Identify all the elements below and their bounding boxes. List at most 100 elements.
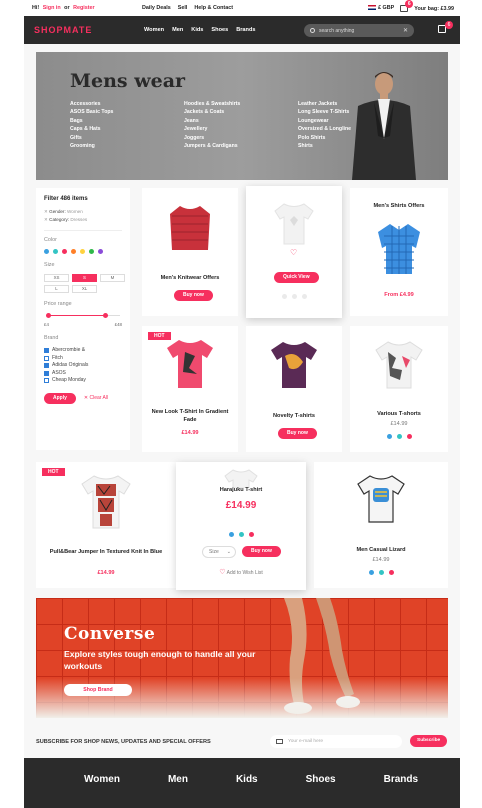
- footer-link-brands[interactable]: Brands: [384, 774, 418, 785]
- checkbox[interactable]: [44, 348, 49, 354]
- heart-icon[interactable]: ♡: [290, 248, 297, 257]
- color-dot[interactable]: [281, 294, 287, 299]
- color-dot[interactable]: [248, 532, 254, 537]
- color-dot[interactable]: [238, 532, 244, 537]
- hero-link[interactable]: Jewellery: [184, 125, 280, 133]
- color-swatch[interactable]: [44, 249, 49, 254]
- product-card-pull-bear[interactable]: HOT Pull&Bear Jumper In Textured Knit In…: [36, 462, 176, 588]
- hero-link[interactable]: Jumpers & Cardigans: [184, 142, 280, 150]
- product-card-shirts[interactable]: Men's Shirts Offers From £4.99: [350, 188, 448, 316]
- color-swatch[interactable]: [80, 249, 85, 254]
- hero-link[interactable]: Jackets & Coats: [184, 108, 280, 116]
- bag-summary[interactable]: 6 Your bag: £3.99: [400, 0, 454, 12]
- product-card-knitwear[interactable]: Men's Knitwear Offers Buy now: [142, 188, 238, 316]
- nav-men[interactable]: Men: [172, 27, 183, 33]
- search-icon: [310, 28, 315, 33]
- apply-button[interactable]: Apply: [44, 392, 76, 404]
- buy-now-button[interactable]: Buy now: [174, 290, 213, 301]
- slider-min-handle[interactable]: [46, 313, 51, 318]
- color-swatch[interactable]: [62, 249, 67, 254]
- checkbox[interactable]: [44, 355, 49, 361]
- hero-link[interactable]: Grooming: [70, 142, 166, 150]
- brand-option[interactable]: ASOS: [44, 370, 122, 378]
- buy-now-button[interactable]: Buy now: [242, 546, 281, 557]
- nav-shoes[interactable]: Shoes: [211, 27, 228, 33]
- subscribe-button[interactable]: Subscribe: [410, 735, 448, 747]
- brand-label: Adidas Originals: [52, 362, 89, 368]
- color-dot[interactable]: [228, 532, 234, 537]
- nav-women[interactable]: Women: [144, 27, 164, 33]
- color-dot[interactable]: [386, 434, 392, 439]
- product-card-quick-view[interactable]: ♡ Quick View: [246, 186, 342, 318]
- checkbox[interactable]: [44, 378, 49, 384]
- uk-flag-icon: [368, 5, 377, 11]
- color-swatch[interactable]: [53, 249, 58, 254]
- clear-search-icon[interactable]: ✕: [403, 27, 408, 34]
- hero-link[interactable]: Caps & Hats: [70, 125, 166, 133]
- color-dot[interactable]: [406, 434, 412, 439]
- size-select[interactable]: Size ⌄: [202, 546, 236, 558]
- brand-option[interactable]: Abercrombie &: [44, 347, 122, 355]
- price-range-slider[interactable]: [46, 313, 120, 319]
- daily-deals-link[interactable]: Daily Deals: [142, 5, 171, 11]
- hero-link[interactable]: ASOS Basic Tops: [70, 108, 166, 116]
- brand-option[interactable]: Adidas Originals: [44, 362, 122, 370]
- sign-in-link[interactable]: Sign in: [43, 5, 61, 11]
- hero-link[interactable]: Hoodies & Sweatshirts: [184, 100, 280, 108]
- logo[interactable]: SHOPMATE: [34, 25, 92, 35]
- product-card-harajuku[interactable]: Harajuku T-shirt £14.99 Size ⌄ Buy now ♡…: [176, 462, 306, 590]
- hero-link[interactable]: Gifts: [70, 134, 166, 142]
- nav-kids[interactable]: Kids: [191, 27, 203, 33]
- nav-brands[interactable]: Brands: [236, 27, 255, 33]
- product-card-lizard[interactable]: Men Casual Lizard £14.99: [314, 462, 448, 588]
- footer-link-shoes[interactable]: Shoes: [306, 774, 336, 785]
- clear-all-button[interactable]: ✕ Clear All: [84, 395, 108, 401]
- product-title: Men's Knitwear Offers: [160, 275, 220, 281]
- size-option[interactable]: L: [44, 285, 69, 293]
- footer-link-women[interactable]: Women: [84, 774, 120, 785]
- color-dot[interactable]: [291, 294, 297, 299]
- hero-link[interactable]: Jeans: [184, 117, 280, 125]
- size-option[interactable]: M: [100, 274, 125, 282]
- hero-link[interactable]: Bags: [70, 117, 166, 125]
- color-dot[interactable]: [396, 434, 402, 439]
- color-dot[interactable]: [368, 570, 374, 575]
- footer-link-men[interactable]: Men: [168, 774, 188, 785]
- product-card-various[interactable]: Various T-shorts £14.99: [350, 326, 448, 452]
- graphic-tshirt-image: [375, 341, 423, 389]
- slider-max-handle[interactable]: [103, 313, 108, 318]
- color-dot[interactable]: [388, 570, 394, 575]
- shop-brand-button[interactable]: Shop Brand: [64, 684, 132, 696]
- filter-tag[interactable]: ✕ Category: Dresses: [44, 216, 122, 224]
- help-contact-link[interactable]: Help & Contact: [194, 5, 233, 11]
- add-to-wishlist-link[interactable]: ♡ Add to Wish List: [176, 568, 306, 576]
- product-card-novelty[interactable]: Novelty T-shirts Buy now: [246, 326, 342, 452]
- product-card-new-look[interactable]: HOT New Look T-Shirt In Gradient Fade £1…: [142, 326, 238, 452]
- sell-link[interactable]: Sell: [178, 5, 188, 11]
- color-swatch[interactable]: [71, 249, 76, 254]
- color-dot[interactable]: [301, 294, 307, 299]
- hero-link[interactable]: Joggers: [184, 134, 280, 142]
- hero-link[interactable]: Accessories: [70, 100, 166, 108]
- brand-option[interactable]: Cheap Monday: [44, 377, 122, 385]
- buy-now-button[interactable]: Buy now: [278, 428, 317, 439]
- search-input[interactable]: search anything ✕: [304, 24, 414, 37]
- size-option[interactable]: S: [72, 274, 97, 282]
- checkbox[interactable]: [44, 363, 49, 369]
- checkbox[interactable]: [44, 370, 49, 376]
- size-option[interactable]: XL: [72, 285, 97, 293]
- brand-option[interactable]: Fitch: [44, 355, 122, 363]
- nav-bag-icon[interactable]: 6: [438, 21, 453, 33]
- email-input[interactable]: Your e-mail here: [270, 735, 402, 748]
- size-option[interactable]: XS: [44, 274, 69, 282]
- filter-tag[interactable]: ✕ Gender: Women: [44, 208, 122, 216]
- color-dot[interactable]: [378, 570, 384, 575]
- footer-link-kids[interactable]: Kids: [236, 774, 258, 785]
- quick-view-button[interactable]: Quick View: [274, 272, 319, 283]
- color-swatch[interactable]: [98, 249, 103, 254]
- color-swatch[interactable]: [89, 249, 94, 254]
- register-link[interactable]: Register: [73, 5, 95, 11]
- hero-title: Mens wear: [70, 70, 186, 92]
- greeting-text: Hi!: [32, 5, 40, 11]
- currency-selector[interactable]: £ GBP: [368, 5, 394, 11]
